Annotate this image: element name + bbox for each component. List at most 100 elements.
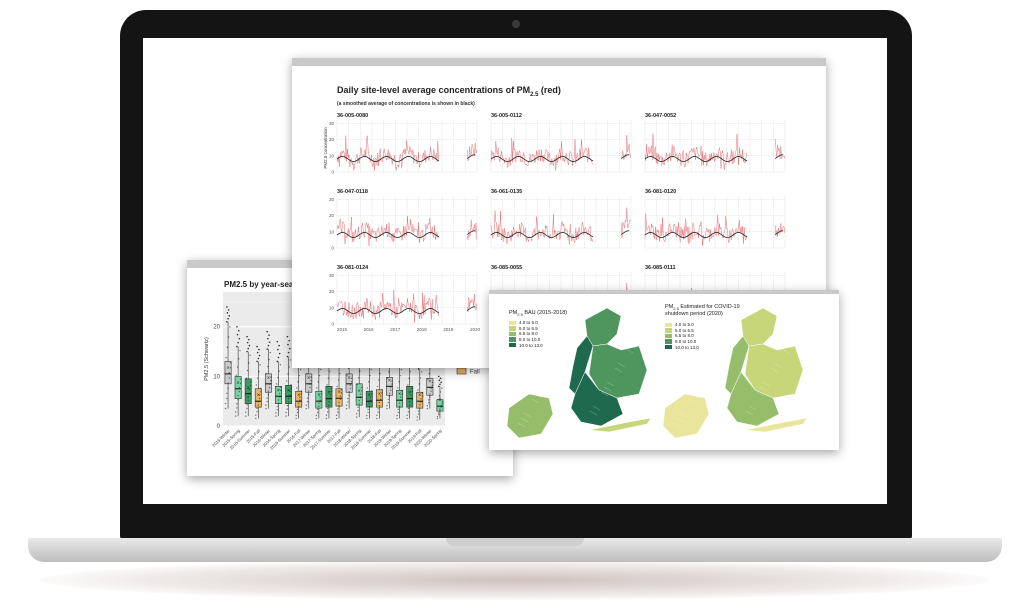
jitter-point [416,416,418,418]
title-line-1: Estimated for COVID-19 [678,304,740,310]
legend-swatch [665,322,672,328]
jitter-point [358,403,360,405]
jitter-point [368,402,371,404]
jitter-point [224,407,227,410]
jitter-point [401,390,403,392]
jitter-point [430,390,432,392]
y-tick-label: 0 [331,322,334,327]
box-outlier [266,348,269,350]
jitter-point [400,368,403,371]
jitter-point [387,398,389,401]
legend-row: 6.5 to 8.0 [509,331,543,337]
jitter-point [397,408,400,411]
jitter-point [411,387,413,390]
jitter-point [320,368,322,371]
jitter-point [347,401,349,403]
box-outlier [238,337,241,340]
y-tick-label: 20 [213,325,220,331]
y-tick-label: 20 [329,137,335,142]
box-outlier [248,344,251,347]
jitter-point [347,397,349,400]
panel-site-label: 36-047-0052 [645,113,676,119]
jitter-point [367,411,369,414]
jitter-point [316,408,319,411]
y-tick-label: 20 [329,213,335,218]
jitter-point [348,394,350,396]
jitter-point [378,405,381,407]
box-outlier [287,343,289,346]
box-mean-marker: × [257,393,260,399]
y-tick-label: 30 [329,273,335,278]
jitter-point [335,414,338,417]
x-tick-label: 2015 [337,327,348,332]
jitter-point [256,377,259,379]
laptop-shadow [40,560,990,600]
jitter-point [428,372,430,375]
legend-row: 5.0 to 6.5 [509,326,543,332]
jitter-point [408,377,410,379]
box-mean-marker: × [297,393,300,399]
jitter-point [286,380,288,382]
bronx-borough [584,307,622,347]
jitter-point [305,407,307,410]
legend-label: 8.0 to 10.0 [675,339,697,345]
legend-swatch [509,342,516,348]
jitter-point [337,379,340,381]
jitter-point [267,390,270,392]
jitter-point [388,395,391,398]
jitter-point [228,377,230,379]
jitter-point [356,383,359,386]
legend-row: 8.0 to 10.0 [509,337,543,343]
legend-row: 4.0 to 5.0 [665,322,699,328]
jitter-point [367,408,369,411]
panel-site-label: 36-081-0124 [337,265,369,271]
jitter-point [267,365,269,368]
jitter-point [417,410,420,412]
jitter-point [431,384,434,386]
y-tick-label: 10 [329,153,335,158]
panel-site-label: 36-085-0055 [491,265,522,271]
y-tick-label: 0 [331,170,334,175]
box-outlier [417,368,420,370]
jitter-point [386,407,388,410]
jitter-point [426,407,429,410]
panel-site-label: 36-085-0111 [645,265,676,271]
box-outlier [256,345,258,348]
jitter-point [438,395,441,397]
jitter-point [421,392,423,394]
jitter-point [328,401,330,403]
y-tick-label: 30 [329,121,335,126]
panel-site-label: 36-061-0135 [491,189,522,195]
jitter-point [289,394,291,396]
legend-label: 6.5 to 8.0 [519,331,538,337]
jitter-point [308,393,310,396]
neighborhood-boundary [559,350,568,356]
neighborhood-boundary [578,429,587,435]
box-outlier [437,385,440,388]
jitter-point [278,370,280,372]
panel-site-label: 36-047-0118 [337,189,368,195]
neighborhood-boundary [545,374,554,380]
jitter-point [421,395,423,397]
neighborhood-boundary [570,331,579,337]
jitter-point [371,390,373,392]
jitter-point [398,405,401,407]
jitter-point [396,414,398,417]
neighborhood-boundary [701,374,710,380]
jitter-point [438,414,440,416]
neighborhood-boundary [734,429,743,435]
jitter-point [429,396,431,398]
box-outlier [268,334,270,336]
jitter-point [379,372,381,375]
neighborhood-boundary [698,379,707,385]
jitter-point [407,384,409,386]
box-outlier [268,341,271,343]
jitter-point [286,408,289,410]
jitter-point [390,389,392,391]
jitter-point [407,407,410,410]
jitter-point [260,387,262,390]
laptop-base [28,538,1002,562]
jitter-point [397,387,399,389]
jitter-point [376,417,378,420]
jitter-point [300,393,302,395]
